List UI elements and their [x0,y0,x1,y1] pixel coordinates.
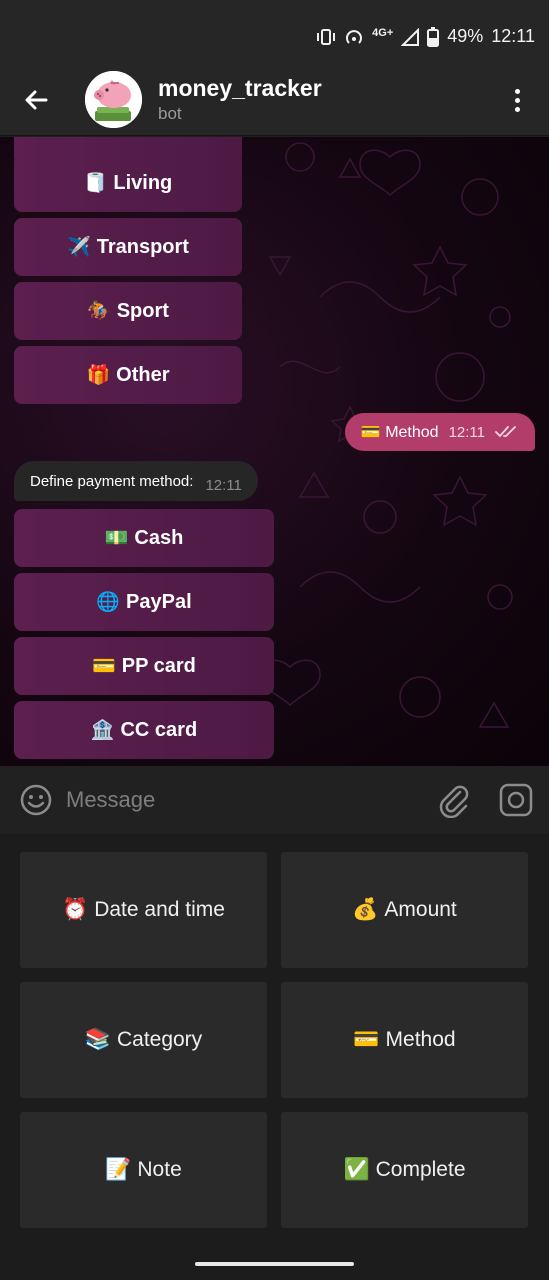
dollar-banknote-icon: 💵 [104,528,129,549]
money-bag-icon: 💰 [352,898,379,921]
hotspot-icon [346,29,363,44]
credit-card-icon: 💳 [353,1028,380,1051]
network-type: 4G+ [372,26,394,39]
emoji-icon[interactable] [18,782,54,818]
clock: 12:11 [491,26,535,46]
chat-subtitle: bot [158,104,182,123]
payment-button-cc-card[interactable]: 🏦 CC card [14,701,274,759]
category-button-transport[interactable]: ✈️ Transport [14,218,242,276]
battery-icon [427,26,440,47]
message-time: 12:11 [205,476,242,494]
keyboard-button-method[interactable]: 💳 Method [281,982,528,1098]
more-vert-icon [514,106,520,112]
button-label: Other [116,363,170,386]
globe-icon: 🌐 [96,592,121,613]
button-label: PayPal [126,590,192,613]
button-label: Method [385,1028,456,1051]
message-text: Define payment method: [30,472,194,490]
category-button-sport[interactable]: 🏇 Sport [14,282,242,340]
button-label: Date and time [94,898,225,921]
memo-icon: 📝 [105,1158,132,1181]
keyboard-button-date-and-time[interactable]: ⏰ Date and time [20,852,267,968]
navigation-bar [0,1248,549,1280]
message-text: 💳 Method [360,424,439,441]
keyboard-button-amount[interactable]: 💰 Amount [281,852,528,968]
vibrate-icon [317,28,336,45]
gift-icon: 🎁 [86,365,111,386]
toilet-paper-icon: 🧻 [83,173,108,194]
credit-card-icon: 💳 [360,424,381,441]
payment-button-paypal[interactable]: 🌐 PayPal [14,573,274,631]
category-button-other[interactable]: 🎁 Other [14,346,242,404]
keyboard-button-note[interactable]: 📝 Note [20,1112,267,1228]
more-vert-icon [514,88,520,94]
outgoing-message[interactable]: 💳 Method 12:11 [344,413,535,451]
button-label: Sport [116,299,169,322]
reply-keyboard: ⏰ Date and time 💰 Amount 📚 Category 💳 Me… [0,834,549,1248]
airplane-icon: ✈️ [67,237,91,258]
button-label: Complete [375,1158,466,1181]
category-button-living[interactable]: 🧻 Living [14,154,242,212]
piggy-bank-avatar [85,71,142,128]
credit-card-icon: 💳 [92,656,116,677]
button-label: Category [116,1028,203,1051]
payment-button-pp-card[interactable]: 💳 PP card [14,637,274,695]
message-input[interactable] [66,782,406,818]
more-button[interactable] [503,84,531,116]
payment-button-cash[interactable]: 💵 Cash [14,509,274,567]
incoming-message[interactable]: Define payment method: 12:11 [14,461,258,501]
button-label: CC card [120,718,198,741]
back-button[interactable] [18,82,54,118]
check-mark-icon: ✅ [343,1158,370,1181]
battery-level: 49% [447,26,484,46]
button-label: Living [113,171,173,194]
message-time: 12:11 [448,423,485,441]
more-vert-icon [514,97,520,103]
button-label: Transport [96,235,189,258]
chat-title[interactable]: money_tracker [158,75,322,102]
chat-header: money_tracker bot [0,66,549,136]
alarm-clock-icon: ⏰ [62,898,89,921]
chat-area[interactable]: 🧻 Living ✈️ Transport 🏇 Sport 🎁 Other 💳 … [0,137,549,766]
back-arrow-icon [25,90,48,110]
message-input-bar [0,766,549,834]
books-icon: 📚 [84,1028,111,1051]
camera-icon[interactable] [498,782,534,818]
keyboard-button-category[interactable]: 📚 Category [20,982,267,1098]
status-icons: 4G+ 49% 12:11 [316,26,535,47]
button-label: PP card [121,654,196,677]
button-label: Amount [384,898,457,921]
status-bar: 4G+ 49% 12:11 [0,0,549,66]
signal-icon [401,27,420,46]
button-label: Note [137,1158,182,1181]
horse-racing-icon: 🏇 [87,301,111,322]
double-check-icon [495,426,516,438]
bank-icon: 🏦 [90,720,115,741]
avatar[interactable] [85,71,142,128]
home-indicator[interactable] [195,1262,354,1266]
button-label: Cash [134,526,184,549]
attach-icon[interactable] [436,782,470,818]
keyboard-button-complete[interactable]: ✅ Complete [281,1112,528,1228]
